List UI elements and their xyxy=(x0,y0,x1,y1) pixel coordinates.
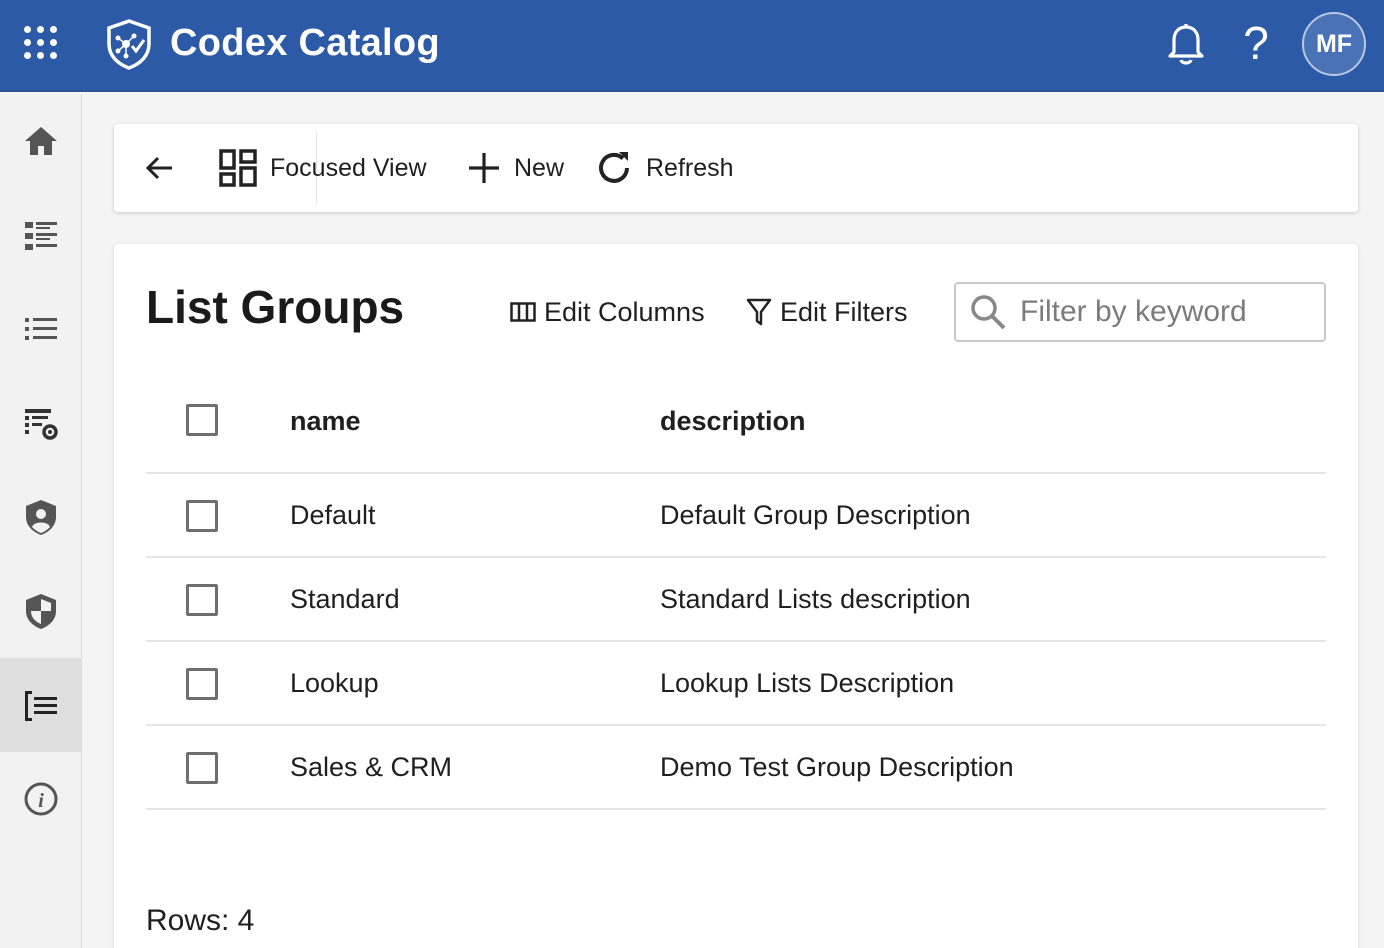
column-header-name[interactable]: name xyxy=(290,406,361,437)
row-checkbox[interactable] xyxy=(186,500,218,532)
search-input[interactable] xyxy=(1020,295,1310,329)
new-label: New xyxy=(514,153,565,182)
table-settings-icon xyxy=(24,409,58,440)
action-toolbar: Focused View New Refresh xyxy=(114,124,1358,212)
user-shield-icon xyxy=(25,500,56,535)
bell-icon[interactable] xyxy=(1166,22,1206,66)
dashboard-icon xyxy=(219,149,257,187)
refresh-label: Refresh xyxy=(646,153,734,182)
table-row[interactable]: Default Default Group Description xyxy=(146,474,1326,558)
refresh-button[interactable]: Refresh xyxy=(594,144,734,192)
arrow-left-icon xyxy=(145,156,172,180)
list-detail-icon xyxy=(24,222,57,250)
app-title: Codex Catalog xyxy=(170,22,440,64)
row-name: Lookup xyxy=(290,668,379,698)
row-checkbox[interactable] xyxy=(186,668,218,700)
column-header-description[interactable]: description xyxy=(660,406,806,437)
edit-filters-label: Edit Filters xyxy=(780,296,908,327)
focused-view-button[interactable]: Focused View xyxy=(218,144,427,192)
edit-columns-button[interactable]: Edit Columns xyxy=(510,294,705,330)
sidebar-item-lists[interactable] xyxy=(0,282,81,376)
select-all-checkbox[interactable] xyxy=(186,404,218,436)
filter-icon xyxy=(746,298,772,326)
row-description: Default Group Description xyxy=(660,500,971,530)
plus-icon xyxy=(469,153,499,183)
shield-network-logo-icon xyxy=(104,18,154,70)
sidebar-item-table-settings[interactable] xyxy=(0,376,81,470)
edit-columns-label: Edit Columns xyxy=(544,296,705,327)
sidebar-item-list-detail[interactable] xyxy=(0,188,81,282)
row-name: Standard xyxy=(290,584,400,614)
back-button[interactable] xyxy=(140,148,180,188)
page-title: List Groups xyxy=(146,281,405,333)
table-row[interactable]: Lookup Lookup Lists Description xyxy=(146,642,1326,726)
row-checkbox[interactable] xyxy=(186,584,218,616)
row-name: Default xyxy=(290,500,376,530)
sidebar-item-list-groups[interactable] xyxy=(0,658,81,752)
row-description: Demo Test Group Description xyxy=(660,752,1014,782)
new-button[interactable]: New xyxy=(466,144,564,192)
row-description: Lookup Lists Description xyxy=(660,668,955,698)
home-icon xyxy=(24,127,57,155)
refresh-icon xyxy=(599,152,629,183)
svg-text:i: i xyxy=(38,790,44,812)
top-app-bar: Codex Catalog ? MF xyxy=(0,0,1384,92)
list-group-icon xyxy=(24,691,57,721)
list-groups-panel: List Groups Edit Columns Edit Filters na… xyxy=(114,244,1358,948)
sidebar-item-security[interactable] xyxy=(0,564,81,658)
edit-filters-button[interactable]: Edit Filters xyxy=(746,294,908,330)
table-row[interactable]: Sales & CRM Demo Test Group Description xyxy=(146,726,1326,810)
row-description: Standard Lists description xyxy=(660,584,971,614)
sidebar: i xyxy=(0,94,82,948)
help-icon[interactable]: ? xyxy=(1236,18,1276,68)
avatar[interactable]: MF xyxy=(1302,12,1366,76)
rows-count: Rows: 4 xyxy=(146,904,255,937)
table-row[interactable]: Standard Standard Lists description xyxy=(146,558,1326,642)
list-groups-table: name description Default Default Group D… xyxy=(146,374,1326,810)
sidebar-item-home[interactable] xyxy=(0,94,81,188)
table-header-row: name description xyxy=(146,374,1326,474)
focused-view-label: Focused View xyxy=(270,153,427,182)
row-checkbox[interactable] xyxy=(186,752,218,784)
list-bullets-icon xyxy=(24,318,57,340)
keyword-filter-field[interactable] xyxy=(954,282,1326,342)
row-name: Sales & CRM xyxy=(290,752,453,782)
search-icon xyxy=(971,295,1006,330)
apps-grid-icon[interactable] xyxy=(24,26,58,60)
info-icon: i xyxy=(24,782,57,816)
shield-icon xyxy=(25,594,56,629)
columns-icon xyxy=(510,302,536,322)
sidebar-item-info[interactable]: i xyxy=(0,752,81,846)
sidebar-item-user-security[interactable] xyxy=(0,470,81,564)
